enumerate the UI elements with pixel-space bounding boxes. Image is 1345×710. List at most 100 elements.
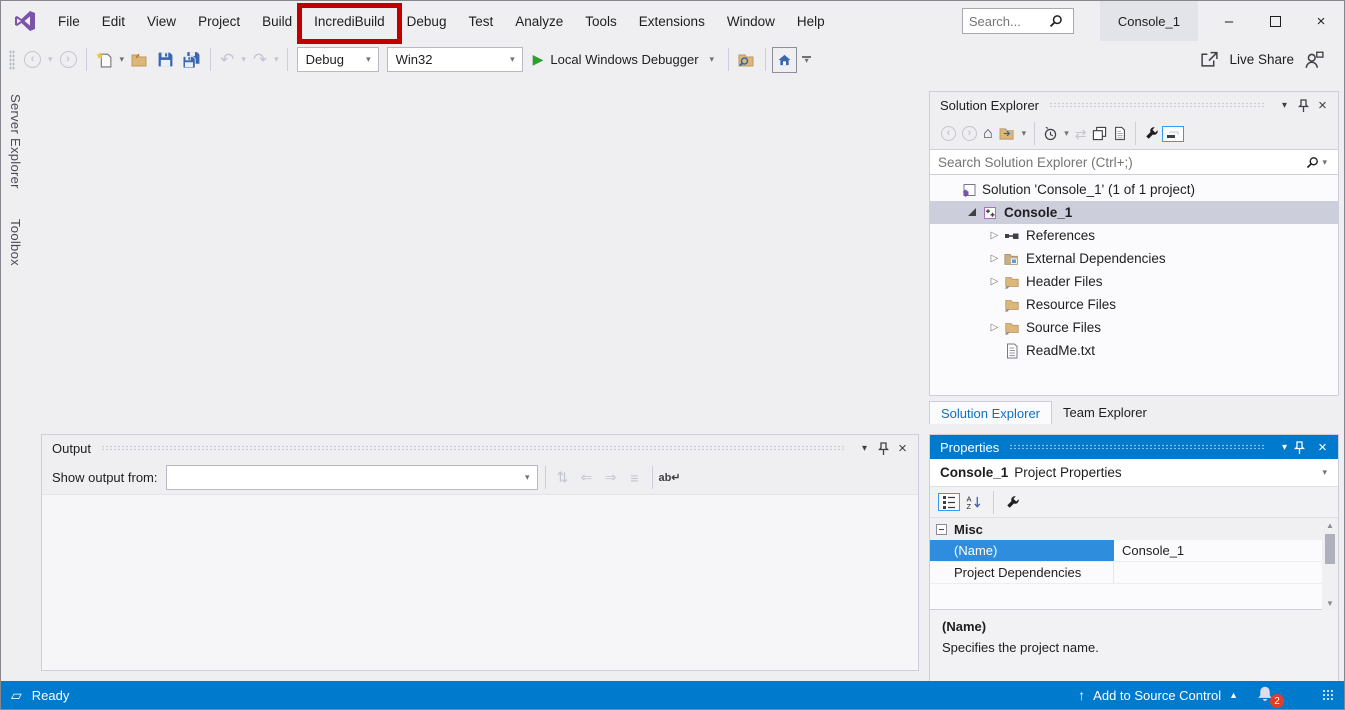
- output-panel-header[interactable]: Output ▾ ×: [42, 435, 918, 461]
- browse-with-button[interactable]: [772, 47, 797, 73]
- undo-button[interactable]: ↶: [217, 47, 237, 73]
- properties-header[interactable]: Properties ▾ ×: [930, 435, 1338, 459]
- side-tab-toolbox[interactable]: Toolbox: [8, 215, 23, 270]
- find-in-files-button[interactable]: [735, 47, 759, 73]
- close-button[interactable]: ×: [1298, 1, 1344, 41]
- properties-wrench-icon[interactable]: [1142, 121, 1161, 147]
- pending-changes-filter-caret[interactable]: ▾: [1061, 128, 1072, 139]
- clear-all-icon[interactable]: ≡: [623, 470, 647, 486]
- minimize-button[interactable]: –: [1206, 1, 1252, 41]
- properties-grip[interactable]: [1009, 444, 1265, 450]
- menu-item-extensions[interactable]: Extensions: [628, 1, 716, 41]
- se-search-caret-icon[interactable]: ▾: [1319, 157, 1330, 168]
- platform-combo[interactable]: Win32 ▾: [387, 47, 523, 72]
- add-to-source-control-button[interactable]: ↑ Add to Source Control ▲: [1078, 687, 1238, 703]
- menu-item-edit[interactable]: Edit: [91, 1, 136, 41]
- new-project-button[interactable]: [93, 47, 116, 73]
- switch-views-caret[interactable]: ▾: [1019, 128, 1030, 139]
- resize-grip[interactable]: [1322, 689, 1334, 701]
- output-source-combo[interactable]: ▾: [166, 465, 538, 490]
- categorized-button[interactable]: [938, 493, 960, 511]
- navigate-forward-button[interactable]: ›: [57, 47, 80, 73]
- menu-item-analyze[interactable]: Analyze: [504, 1, 574, 41]
- toolbar-grip[interactable]: [9, 50, 15, 70]
- se-home-icon[interactable]: ⌂: [981, 121, 995, 147]
- word-wrap-icon[interactable]: ab↵: [658, 471, 682, 484]
- new-project-dropdown[interactable]: ▾: [117, 54, 128, 65]
- toolbar-overflow-button[interactable]: ▾: [799, 47, 814, 73]
- solution-explorer-pin-icon[interactable]: [1294, 96, 1313, 115]
- tree-row-external-dependencies[interactable]: ▷External Dependencies: [930, 247, 1338, 270]
- pending-changes-filter-button[interactable]: [1041, 121, 1060, 147]
- solution-explorer-grip[interactable]: [1049, 102, 1265, 108]
- collapse-category-icon[interactable]: [936, 524, 947, 535]
- category-row[interactable]: Misc: [930, 518, 1338, 540]
- se-forward-button[interactable]: ›: [960, 121, 979, 147]
- property-row-project-dependencies[interactable]: Project Dependencies: [930, 562, 1338, 584]
- navigate-back-dropdown[interactable]: ▾: [45, 54, 56, 65]
- properties-object-combo[interactable]: Console_1 Project Properties ▾: [930, 459, 1338, 487]
- save-all-button[interactable]: [179, 47, 204, 73]
- solution-explorer-position-caret[interactable]: ▾: [1275, 96, 1294, 115]
- collapsed-arrow-icon[interactable]: ▷: [986, 276, 1003, 287]
- dock-tab-solution-explorer[interactable]: Solution Explorer: [929, 401, 1052, 424]
- collapse-all-button[interactable]: [1162, 126, 1184, 142]
- tree-row-solution-console-1-1-of-1-project[interactable]: Solution 'Console_1' (1 of 1 project): [930, 178, 1338, 201]
- redo-dropdown[interactable]: ▾: [271, 54, 282, 65]
- properties-close-icon[interactable]: ×: [1313, 439, 1332, 456]
- save-button[interactable]: [154, 47, 177, 73]
- collapsed-arrow-icon[interactable]: ▷: [986, 230, 1003, 241]
- tree-row-console-1[interactable]: Console_1: [930, 201, 1338, 224]
- output-content[interactable]: [42, 494, 918, 670]
- output-window-position-caret[interactable]: ▾: [855, 439, 874, 458]
- property-name[interactable]: (Name): [930, 540, 1114, 561]
- tree-row-references[interactable]: ▷References: [930, 224, 1338, 247]
- scroll-up-icon[interactable]: ▲: [1326, 518, 1334, 532]
- properties-position-caret[interactable]: ▾: [1275, 442, 1294, 453]
- property-pages-wrench-icon[interactable]: [1002, 489, 1023, 515]
- scroll-thumb[interactable]: [1325, 534, 1335, 564]
- start-debugging-button[interactable]: ▶ Local Windows Debugger ▾: [533, 51, 717, 68]
- properties-pin-icon[interactable]: [1294, 441, 1313, 454]
- next-message-icon[interactable]: ⇒: [599, 469, 623, 486]
- feedback-person-icon[interactable]: [1304, 51, 1324, 69]
- property-value[interactable]: Console_1: [1114, 543, 1338, 558]
- menu-item-build[interactable]: Build: [251, 1, 303, 41]
- menu-item-window[interactable]: Window: [716, 1, 786, 41]
- quick-search-input[interactable]: [969, 14, 1049, 29]
- configuration-combo[interactable]: Debug ▾: [297, 47, 379, 72]
- preview-selected-items-icon[interactable]: [1090, 121, 1109, 147]
- solution-explorer-close-icon[interactable]: ×: [1313, 96, 1332, 115]
- side-tab-server-explorer[interactable]: Server Explorer: [8, 90, 23, 193]
- menu-item-project[interactable]: Project: [187, 1, 251, 41]
- maximize-button[interactable]: [1252, 1, 1298, 41]
- expanded-arrow-icon[interactable]: [968, 208, 976, 216]
- menu-item-view[interactable]: View: [136, 1, 187, 41]
- sync-with-active-document-icon[interactable]: ⇄: [1073, 121, 1089, 147]
- navigate-back-button[interactable]: ‹: [21, 47, 44, 73]
- undo-dropdown[interactable]: ▾: [238, 54, 249, 65]
- output-close-icon[interactable]: ×: [893, 439, 912, 458]
- menu-item-test[interactable]: Test: [457, 1, 504, 41]
- tree-row-source-files[interactable]: ▷Source Files: [930, 316, 1338, 339]
- alphabetical-sort-button[interactable]: AZ: [963, 489, 985, 515]
- show-all-files-icon[interactable]: [1111, 121, 1129, 147]
- dock-tab-team-explorer[interactable]: Team Explorer: [1052, 401, 1158, 424]
- redo-button[interactable]: ↷: [250, 47, 270, 73]
- find-message-icon[interactable]: ⇅: [551, 469, 575, 486]
- output-panel-grip[interactable]: [101, 445, 845, 451]
- output-pin-icon[interactable]: [874, 439, 893, 458]
- property-row-name[interactable]: (Name)Console_1: [930, 540, 1338, 562]
- tree-row-readme-txt[interactable]: ReadMe.txt: [930, 339, 1338, 362]
- previous-message-icon[interactable]: ⇐: [575, 469, 599, 486]
- menu-item-tools[interactable]: Tools: [574, 1, 628, 41]
- notifications-button[interactable]: 2: [1256, 685, 1278, 705]
- live-share-button[interactable]: Live Share: [1229, 52, 1294, 67]
- menu-item-debug[interactable]: Debug: [396, 1, 458, 41]
- menu-item-help[interactable]: Help: [786, 1, 836, 41]
- solution-explorer-header[interactable]: Solution Explorer ▾ ×: [930, 92, 1338, 118]
- switch-views-button[interactable]: [997, 121, 1018, 147]
- menu-item-incredibuild[interactable]: IncrediBuild: [303, 1, 396, 41]
- property-name[interactable]: Project Dependencies: [930, 562, 1114, 583]
- properties-scrollbar[interactable]: ▲ ▼: [1322, 518, 1338, 610]
